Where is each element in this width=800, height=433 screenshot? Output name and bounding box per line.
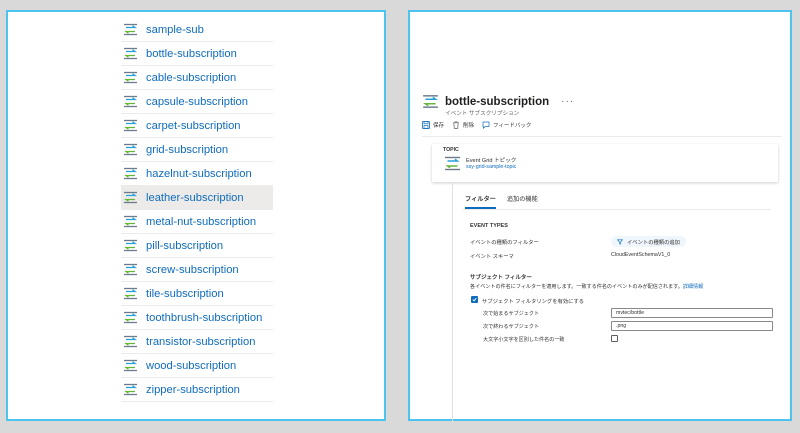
- event-subscription-icon: [123, 287, 138, 300]
- subscription-name-link[interactable]: screw-subscription: [146, 264, 239, 276]
- subscription-list-item[interactable]: toothbrush-subscription: [121, 306, 273, 330]
- subscription-name-link[interactable]: wood-subscription: [146, 360, 236, 372]
- subscription-name-link[interactable]: hazelnut-subscription: [146, 168, 252, 180]
- topic-card: TOPIC Event Grid トピック ssy-grid-sample-to…: [432, 144, 778, 182]
- page-title: bottle-subscription: [445, 95, 550, 108]
- detail-header: bottle-subscription ··· イベント サブスクリプション: [422, 94, 782, 117]
- delete-button[interactable]: 削除: [452, 121, 474, 129]
- event-subscription-icon: [123, 359, 138, 372]
- enable-subject-filtering-checkbox[interactable]: [471, 296, 478, 303]
- subject-ends-input[interactable]: .png: [611, 321, 773, 331]
- subscription-list-item[interactable]: bottle-subscription: [121, 42, 273, 66]
- feedback-icon: [482, 121, 490, 129]
- event-subscription-icon: [423, 95, 438, 108]
- subscription-list-item[interactable]: carpet-subscription: [121, 114, 273, 138]
- event-subscription-icon: [123, 191, 138, 204]
- subscription-name-link[interactable]: leather-subscription: [146, 192, 244, 204]
- event-subscription-icon: [123, 263, 138, 276]
- event-subscription-icon: [123, 143, 138, 156]
- subscription-list-item[interactable]: pill-subscription: [121, 234, 273, 258]
- subscription-name-link[interactable]: cable-subscription: [146, 72, 236, 84]
- subscription-list-item[interactable]: hazelnut-subscription: [121, 162, 273, 186]
- check-icon: [472, 297, 477, 302]
- event-type-filter-label: イベントの種類のフィルター: [470, 240, 539, 246]
- subject-begins-label: 次で始まるサブジェクト: [483, 311, 540, 317]
- subject-ends-value: .png: [616, 323, 627, 329]
- event-subscription-icon: [123, 119, 138, 132]
- case-sensitive-label: 大文字小文字を区別した件名の一致: [483, 337, 565, 343]
- event-subscription-icon: [123, 95, 138, 108]
- add-event-type-label: イベントの種類の追加: [627, 239, 680, 246]
- feedback-label: フィードバック: [493, 123, 532, 129]
- feedback-button[interactable]: フィードバック: [482, 121, 531, 129]
- subscription-name-link[interactable]: metal-nut-subscription: [146, 216, 256, 228]
- filters-section: フィルター 追加の機能 EVENT TYPES イベントの種類のフィルター イベ…: [452, 182, 776, 423]
- event-subscription-icon: [123, 23, 138, 36]
- event-subscription-icon: [123, 335, 138, 348]
- save-label: 保存: [433, 123, 445, 129]
- subscription-list-item[interactable]: screw-subscription: [121, 258, 273, 282]
- trash-icon: [453, 121, 460, 129]
- tab-underline: [463, 209, 771, 210]
- subscription-list-item[interactable]: metal-nut-subscription: [121, 210, 273, 234]
- event-subscription-icon: [123, 167, 138, 180]
- event-subscription-icon: [123, 239, 138, 252]
- subscription-list-item[interactable]: tile-subscription: [121, 282, 273, 306]
- event-types-heading: EVENT TYPES: [470, 223, 508, 229]
- subscription-name-link[interactable]: tile-subscription: [146, 288, 224, 300]
- event-subscription-icon: [123, 311, 138, 324]
- event-subscription-icon: [123, 47, 138, 60]
- tab-additional-features[interactable]: 追加の機能: [507, 194, 538, 209]
- subscription-name-link[interactable]: carpet-subscription: [146, 120, 241, 132]
- subscription-name-link[interactable]: transistor-subscription: [146, 336, 255, 348]
- subscription-list-item[interactable]: leather-subscription: [121, 186, 273, 210]
- subject-filter-description: 各イベントの件名にフィルターを適用します。一致する件名のイベントのみが配信されま…: [470, 283, 703, 290]
- subscription-list-item[interactable]: grid-subscription: [121, 138, 273, 162]
- toolbar-divider: [422, 136, 782, 137]
- delete-label: 削除: [463, 123, 475, 129]
- event-schema-value: CloudEventSchemaV1_0: [611, 252, 671, 258]
- command-bar: 保存 削除 フィードバック: [422, 119, 539, 131]
- subscription-detail-panel: bottle-subscription ··· イベント サブスクリプション 保…: [408, 10, 792, 423]
- case-sensitive-checkbox[interactable]: [611, 335, 618, 342]
- add-event-type-button[interactable]: イベントの種類の追加: [611, 236, 686, 247]
- subject-begins-input[interactable]: mvtec/bottle: [611, 308, 773, 318]
- topic-name-link[interactable]: ssy-grid-sample-topic: [466, 164, 516, 170]
- subscription-list-item[interactable]: capsule-subscription: [121, 90, 273, 114]
- subscription-list-item[interactable]: transistor-subscription: [121, 330, 273, 354]
- save-icon: [422, 121, 430, 129]
- subscription-name-link[interactable]: pill-subscription: [146, 240, 223, 252]
- tab-list: フィルター 追加の機能: [465, 194, 549, 209]
- event-grid-topic-icon: [445, 156, 460, 171]
- subscription-list-item[interactable]: cable-subscription: [121, 66, 273, 90]
- subscription-name-link[interactable]: bottle-subscription: [146, 48, 237, 60]
- filter-add-icon: [617, 239, 623, 245]
- subscription-name-link[interactable]: grid-subscription: [146, 144, 228, 156]
- more-options-button[interactable]: ···: [561, 96, 574, 107]
- event-subscription-icon: [123, 215, 138, 228]
- subscription-list-panel: sample-sub bottle-subscription cable-subsc…: [6, 10, 386, 421]
- enable-subject-filtering-label: サブジェクト フィルタリングを有効にする: [482, 299, 585, 305]
- save-button[interactable]: 保存: [422, 121, 444, 129]
- event-subscription-icon: [123, 71, 138, 84]
- tab-filters[interactable]: フィルター: [465, 194, 496, 209]
- subject-filter-heading: サブジェクト フィルター: [470, 275, 532, 281]
- subscription-list-item[interactable]: zipper-subscription: [121, 378, 273, 402]
- subscription-name-link[interactable]: capsule-subscription: [146, 96, 248, 108]
- subscription-name-link[interactable]: zipper-subscription: [146, 384, 240, 396]
- event-schema-label: イベント スキーマ: [470, 254, 514, 260]
- event-subscription-icon: [123, 383, 138, 396]
- subscription-name-link[interactable]: toothbrush-subscription: [146, 312, 262, 324]
- subject-begins-value: mvtec/bottle: [616, 310, 644, 316]
- page-subtitle: イベント サブスクリプション: [445, 111, 520, 117]
- subscription-name-link[interactable]: sample-sub: [146, 24, 204, 36]
- subject-description-text: 各イベントの件名にフィルターを適用します。一致する件名のイベントのみが配信されま…: [470, 284, 683, 290]
- subject-ends-label: 次で終わるサブジェクト: [483, 324, 540, 330]
- topic-label: TOPIC: [443, 147, 459, 153]
- subscription-list-item[interactable]: sample-sub: [121, 18, 273, 42]
- learn-more-link[interactable]: 詳細情報: [683, 284, 703, 290]
- topic-type: Event Grid トピック: [466, 158, 517, 164]
- subscription-list: sample-sub bottle-subscription cable-subsc…: [121, 18, 273, 402]
- subscription-list-item[interactable]: wood-subscription: [121, 354, 273, 378]
